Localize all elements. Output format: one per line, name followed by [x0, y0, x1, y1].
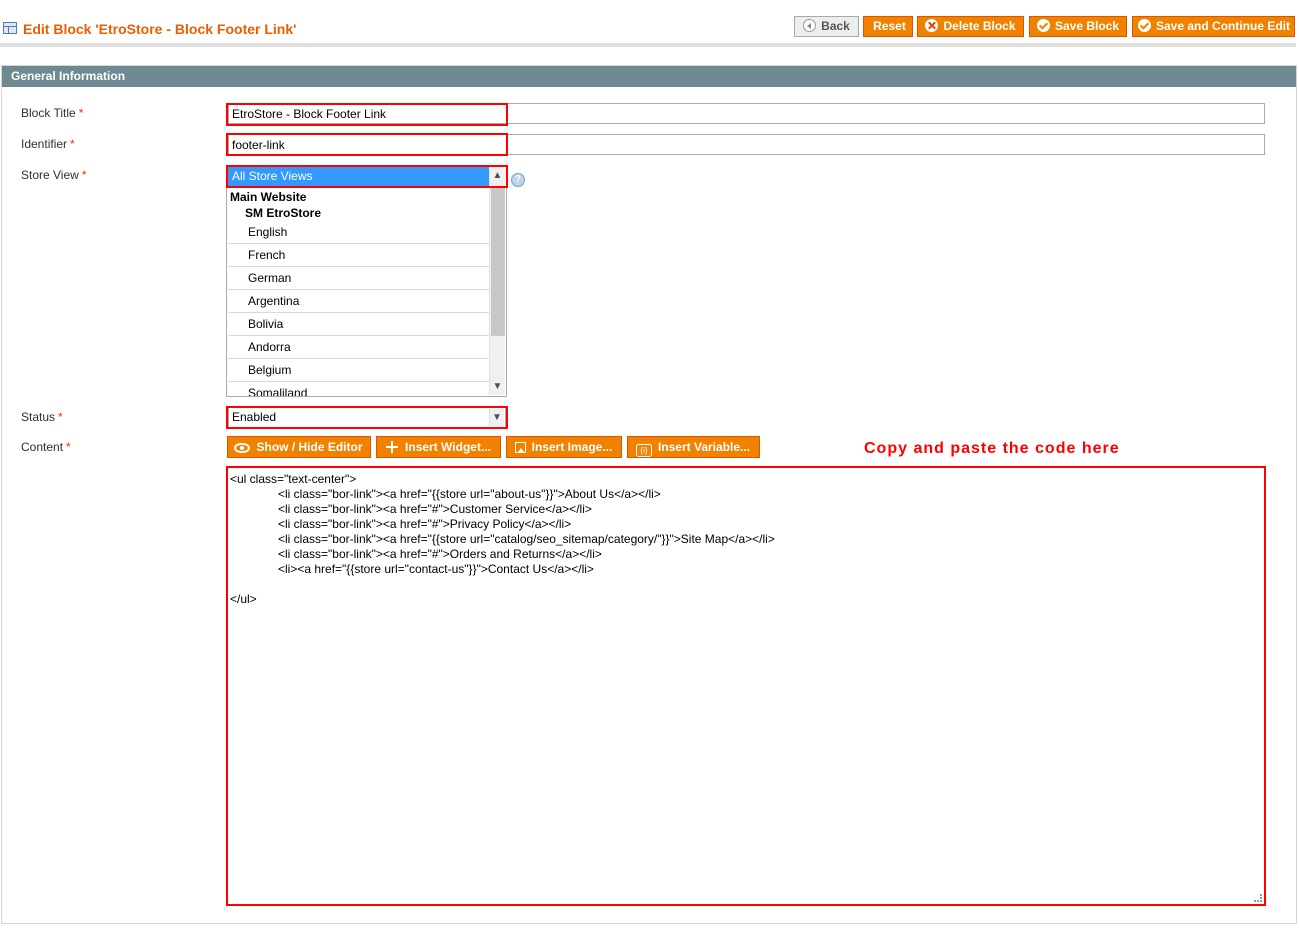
- content-label: Content *: [21, 440, 71, 454]
- grid-icon: [3, 22, 17, 34]
- chevron-down-icon: ▼: [489, 409, 504, 426]
- help-icon[interactable]: ?: [511, 173, 525, 187]
- identifier-input[interactable]: [228, 134, 1265, 155]
- insert-image-button[interactable]: Insert Image...: [506, 436, 622, 458]
- image-icon: [514, 442, 526, 453]
- store-view-option[interactable]: Argentina: [228, 290, 491, 313]
- eye-icon: [234, 443, 251, 453]
- reset-button[interactable]: Reset: [863, 16, 913, 37]
- widget-icon: [385, 441, 399, 453]
- page-title: Edit Block 'EtroStore - Block Footer Lin…: [23, 21, 297, 37]
- store-view-option[interactable]: English: [228, 221, 491, 244]
- code-line: </ul>: [230, 592, 257, 606]
- store-view-option[interactable]: German: [228, 267, 491, 290]
- chevron-up-icon[interactable]: ▲: [490, 168, 505, 184]
- check-icon: [1138, 19, 1151, 32]
- content-textarea[interactable]: <ul class="text-center"> <li class="bor-…: [226, 466, 1266, 906]
- insert-widget-button[interactable]: Insert Widget...: [376, 436, 501, 458]
- save-block-label: Save Block: [1054, 19, 1120, 33]
- chevron-down-icon[interactable]: ▼: [490, 379, 505, 395]
- required-marker: *: [66, 440, 71, 454]
- content-label-text: Content: [21, 440, 64, 454]
- page-header: Edit Block 'EtroStore - Block Footer Lin…: [0, 0, 1299, 48]
- variable-icon: {i}: [635, 444, 652, 457]
- save-continue-label: Save and Continue Edit: [1156, 19, 1291, 33]
- insert-variable-button[interactable]: {i} Insert Variable...: [627, 436, 760, 458]
- delete-icon: [925, 19, 939, 32]
- arrow-left-icon: [803, 19, 817, 32]
- store-view-option[interactable]: Somaliland: [228, 382, 491, 396]
- block-title-label-text: Block Title: [21, 106, 76, 120]
- resize-handle[interactable]: [1254, 894, 1262, 902]
- save-block-button[interactable]: Save Block: [1029, 16, 1127, 37]
- header-divider: [0, 43, 1296, 47]
- identifier-label: Identifier *: [21, 137, 75, 151]
- required-marker: *: [78, 106, 84, 120]
- store-view-subgroup: SM EtroStore: [245, 206, 322, 220]
- store-view-option[interactable]: Bolivia: [228, 313, 491, 336]
- code-line: <li class="bor-link"><a href="#">Custome…: [278, 502, 592, 516]
- store-view-multiselect[interactable]: All Store Views Main Website SM EtroStor…: [226, 165, 507, 397]
- scrollbar-thumb[interactable]: [491, 186, 505, 336]
- delete-block-button[interactable]: Delete Block: [917, 16, 1024, 37]
- insert-widget-label: Insert Widget...: [405, 440, 491, 454]
- store-view-option[interactable]: Belgium: [228, 359, 491, 382]
- required-marker: *: [70, 137, 75, 151]
- required-marker: *: [81, 168, 87, 182]
- show-hide-editor-button[interactable]: Show / Hide Editor: [227, 436, 371, 458]
- store-view-label: Store View *: [21, 168, 86, 182]
- check-icon: [1036, 19, 1050, 32]
- annotation-text: Copy and paste the code here: [864, 440, 1120, 457]
- block-title-label: Block Title *: [21, 106, 83, 120]
- delete-block-label: Delete Block: [943, 19, 1016, 33]
- status-label: Status *: [21, 410, 63, 424]
- store-view-option-selected[interactable]: All Store Views: [228, 167, 491, 186]
- store-view-scrollbar[interactable]: ▲ ▼: [489, 167, 505, 395]
- code-line: <li class="bor-link"><a href="{{store ur…: [278, 532, 775, 546]
- insert-variable-label: Insert Variable...: [657, 440, 751, 454]
- reset-button-label: Reset: [873, 19, 906, 33]
- show-hide-editor-label: Show / Hide Editor: [256, 440, 363, 454]
- code-line: <li class="bor-link"><a href="#">Privacy…: [278, 517, 572, 531]
- required-marker: *: [58, 410, 63, 424]
- block-title-input[interactable]: [228, 103, 1265, 124]
- back-button-label: Back: [821, 19, 850, 33]
- code-line: <li class="bor-link"><a href="#">Orders …: [278, 547, 602, 561]
- back-button[interactable]: Back: [794, 16, 859, 37]
- insert-image-label: Insert Image...: [531, 440, 613, 454]
- store-view-group: Main Website: [230, 190, 307, 204]
- status-label-text: Status: [21, 410, 56, 424]
- store-view-option[interactable]: Andorra: [228, 336, 491, 359]
- code-line: <li class="bor-link"><a href="{{store ur…: [278, 487, 661, 501]
- store-view-label-text: Store View: [21, 168, 79, 182]
- code-line: <li><a href="{{store url="contact-us"}}"…: [278, 562, 594, 576]
- store-view-option[interactable]: French: [228, 244, 491, 267]
- status-select-value: Enabled: [232, 410, 277, 424]
- panel-title: General Information: [2, 66, 1296, 87]
- status-select[interactable]: Enabled ▼: [228, 407, 506, 428]
- identifier-label-text: Identifier: [21, 137, 68, 151]
- save-continue-button[interactable]: Save and Continue Edit: [1132, 16, 1295, 37]
- code-line: <ul class="text-center">: [230, 472, 357, 486]
